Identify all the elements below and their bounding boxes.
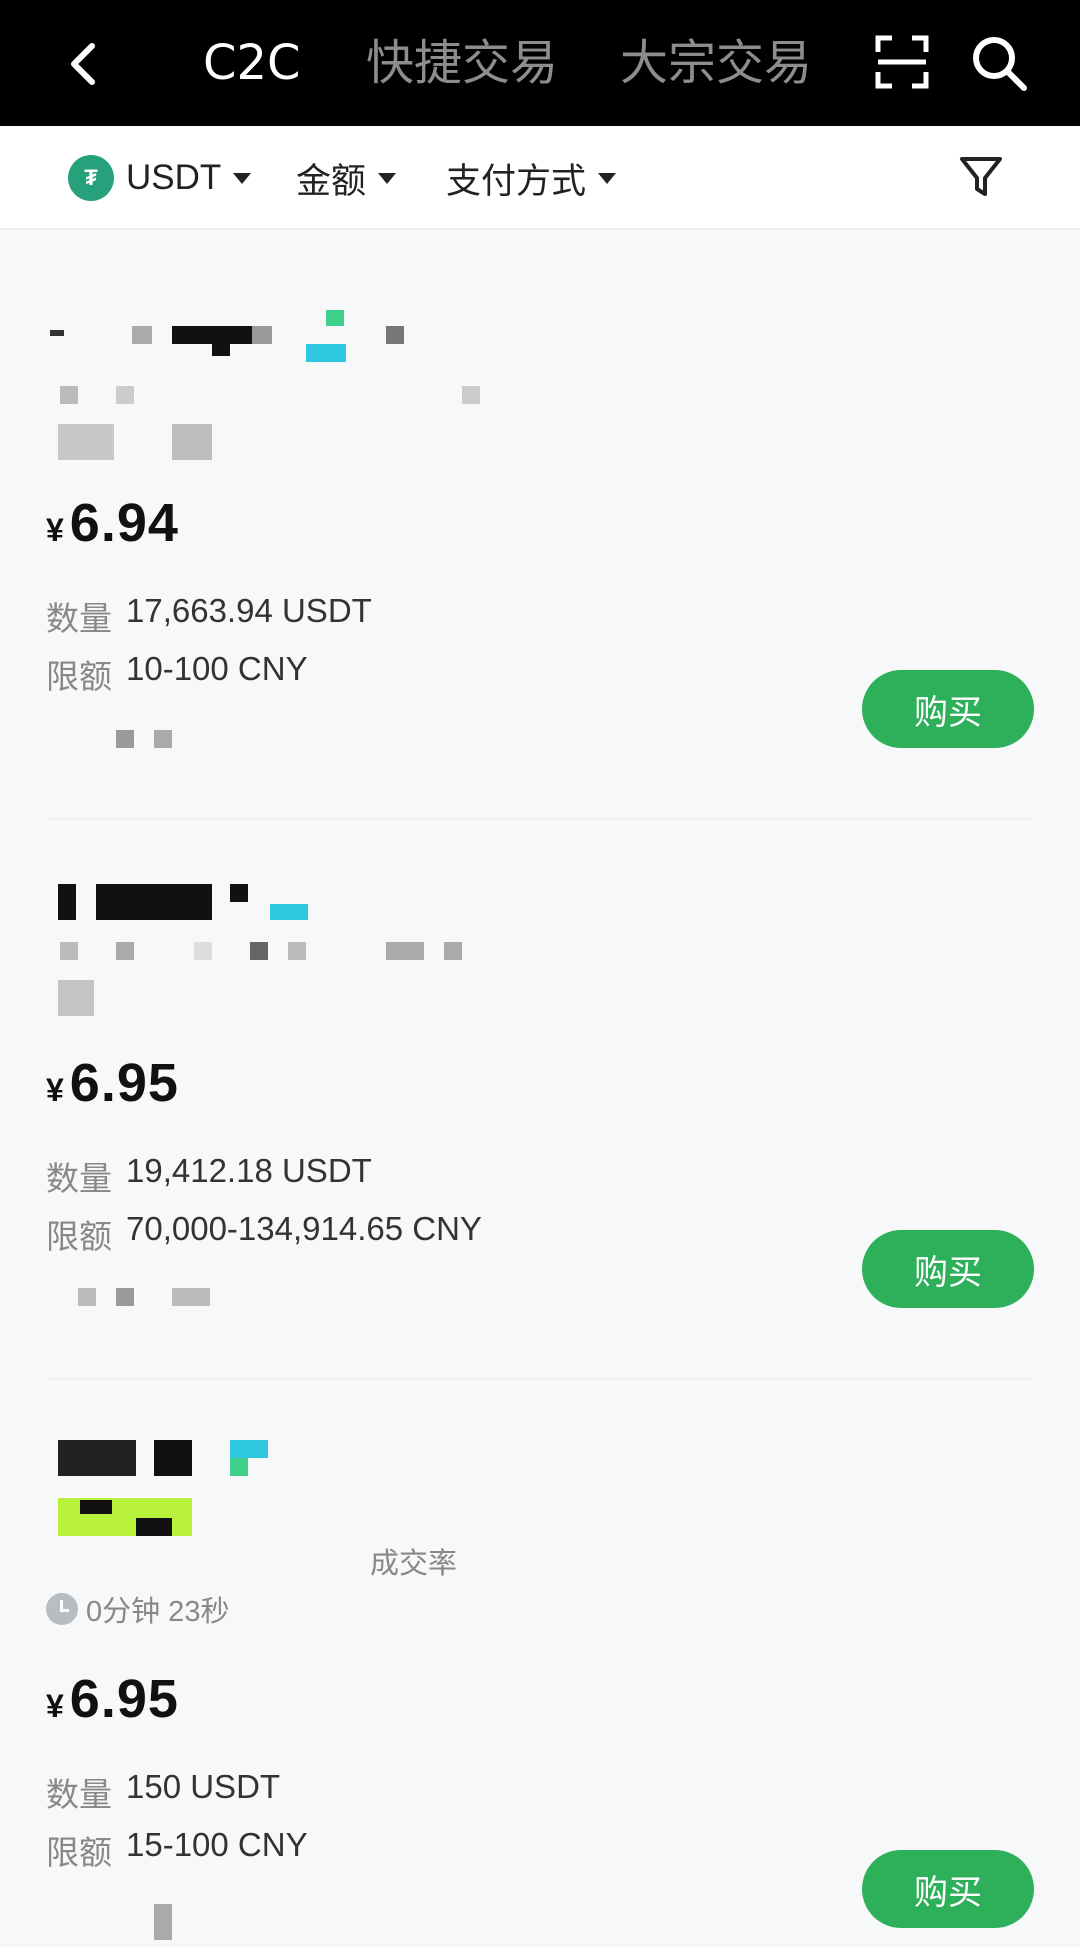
top-bar: C2C 快捷交易 大宗交易 [0,0,1080,126]
limit-row: 限额 70,000-134,914.65 CNY [46,1210,482,1255]
payment-filter-label: 支付方式 [446,161,587,201]
coin-selector[interactable]: ₮ USDT [68,154,252,202]
quantity-row: 数量 19,412.18 USDT [46,1152,372,1197]
listing-card: ¥ 6.95 数量 19,412.18 USDT 限额 70,000-134,9… [0,850,1080,1370]
quantity-row: 数量 17,663.94 USDT [46,592,372,637]
completion-rate-row: 成交率 [46,1540,457,1582]
quantity-row: 数量 150 USDT [46,1768,281,1813]
back-arrow-icon[interactable] [62,40,106,88]
tab-c2c[interactable]: C2C [203,34,301,92]
tab-block-trade[interactable]: 大宗交易 [620,34,812,92]
amount-filter[interactable]: 金额 [296,154,397,202]
divider [48,1378,1032,1380]
divider [48,818,1032,820]
avg-pay-time-row: 0分钟 23秒 [46,1588,229,1630]
payment-method-filter[interactable]: 支付方式 [446,154,617,202]
price: ¥ 6.95 [46,1669,179,1729]
search-icon[interactable] [970,34,1028,92]
tab-quick-trade[interactable]: 快捷交易 [366,34,558,92]
caret-down-icon [378,172,397,184]
amount-filter-label: 金额 [296,161,367,201]
usdt-logo-icon: ₮ [68,155,114,201]
clock-icon [46,1593,78,1625]
buy-button[interactable]: 购买 [862,1230,1034,1308]
listing-card: 成交率 0分钟 23秒 ¥ 6.95 数量 150 USDT 限额 15-100… [0,1410,1080,1947]
scan-icon[interactable] [874,34,930,90]
price: ¥ 6.95 [46,1053,179,1113]
buy-button[interactable]: 购买 [862,670,1034,748]
limit-row: 限额 15-100 CNY [46,1826,308,1871]
coin-selector-label: USDT [126,158,222,197]
listing-card: ¥ 6.94 数量 17,663.94 USDT 限额 10-100 CNY 购… [0,290,1080,810]
filter-bar: ₮ USDT 金额 支付方式 [0,126,1080,230]
price: ¥ 6.94 [46,493,179,553]
caret-down-icon [233,172,252,184]
caret-down-icon [598,172,617,184]
funnel-filter-icon[interactable] [958,154,1004,200]
limit-row: 限额 10-100 CNY [46,650,308,695]
redacted-stats [46,1547,370,1575]
buy-button[interactable]: 购买 [862,1850,1034,1928]
